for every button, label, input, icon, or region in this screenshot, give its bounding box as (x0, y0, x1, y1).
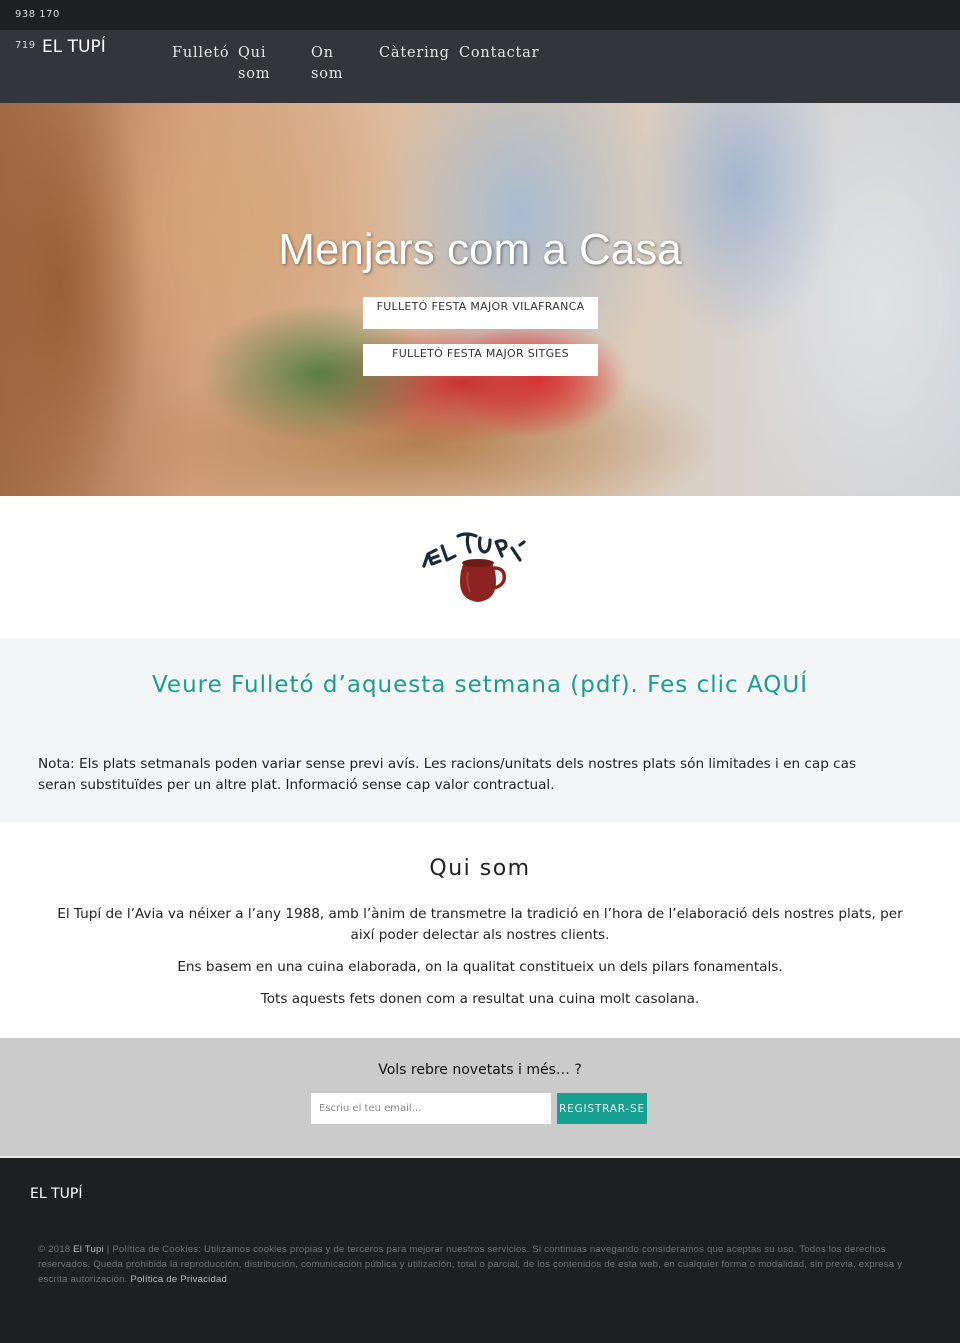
nav-item-fulleto[interactable]: Fulletó (172, 43, 229, 64)
footer-legal-text: © 2018 El Tupi | Política de Cookies: Ut… (38, 1242, 920, 1287)
site-footer: EL TUPÍ © 2018 El Tupi | Política de Coo… (0, 1158, 960, 1343)
logo-letter-u (477, 536, 492, 554)
about-section: Qui som El Tupí de l’Avia va néixer a l’… (0, 822, 960, 1038)
nav-item-qui-som[interactable]: Qui som (238, 43, 278, 85)
brand-logo-link[interactable]: EL TUPÍ (42, 37, 106, 57)
register-button[interactable]: REGISTRAR-SE (557, 1093, 647, 1124)
hero-title: Menjars com a Casa (278, 225, 682, 274)
logo-letter-e (422, 548, 442, 568)
el-tupi-logo (422, 532, 526, 602)
weekly-brochure-pdf-link[interactable]: Veure Fulletó d’aquesta setmana (pdf). F… (0, 672, 960, 698)
about-paragraph: Ens basem en una cuina elaborada, on la … (177, 959, 783, 975)
newsletter-section: Vols rebre novetats i més… ? REGISTRAR-S… (0, 1038, 960, 1158)
about-paragraph: El Tupí de l’Avia va néixer a l’any 1988… (57, 906, 903, 943)
phone-number-part1[interactable]: 938 170 (15, 9, 60, 20)
footer-home-link[interactable]: El Tupi (73, 1244, 104, 1255)
nav-item-on-som[interactable]: On som (311, 43, 351, 85)
footer-brand: EL TUPÍ (30, 1186, 83, 1202)
fulleto-sitges-button[interactable]: FULLETÓ FESTA MAJOR SITGES (363, 344, 598, 376)
logo-letter-p (494, 539, 508, 558)
privacy-policy-link[interactable]: Política de Privacidad (130, 1274, 227, 1285)
site-header: 719 EL TUPÍ Fulletó Qui som On som Càter… (0, 30, 960, 103)
fulleto-vilafranca-button[interactable]: FULLETÓ FESTA MAJOR VILAFRANCA (363, 297, 598, 329)
phone-number-part2[interactable]: 719 (15, 40, 36, 51)
hero-banner: Menjars com a Casa FULLETÓ FESTA MAJOR V… (0, 103, 960, 496)
newsletter-email-input[interactable] (311, 1093, 551, 1124)
copyright-prefix: © 2018 (38, 1244, 74, 1255)
logo-letter-l (440, 544, 457, 562)
nav-item-catering[interactable]: Càtering (379, 43, 450, 64)
about-paragraph: Tots aquests fets donen com a resultat u… (260, 991, 700, 1007)
newsletter-title: Vols rebre novetats i més… ? (378, 1062, 582, 1078)
about-title: Qui som (429, 856, 531, 881)
top-bar: 938 170 (0, 0, 960, 30)
logo-section (0, 496, 960, 638)
weekly-brochure-section: Veure Fulletó d’aquesta setmana (pdf). F… (0, 638, 960, 822)
logo-letter-i (510, 540, 526, 562)
jug-icon (460, 559, 507, 602)
nav-item-contactar[interactable]: Contactar (459, 43, 539, 64)
menu-disclaimer-note: Nota: Els plats setmanals poden variar s… (38, 756, 857, 793)
logo-letter-t (456, 532, 478, 554)
